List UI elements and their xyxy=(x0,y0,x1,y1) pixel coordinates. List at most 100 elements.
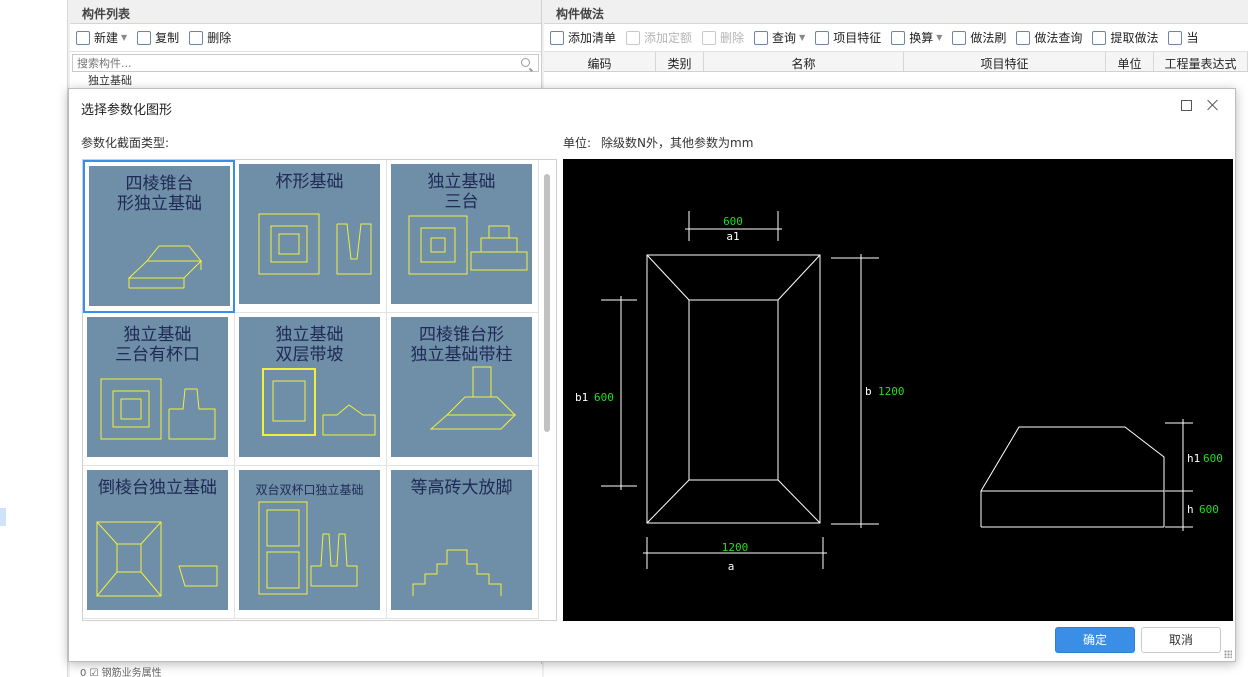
resize-grip[interactable] xyxy=(1224,650,1232,658)
dim-h-value[interactable]: 600 xyxy=(1199,503,1219,516)
unit-text: 除级数N外，其他参数为mm xyxy=(601,136,754,150)
dim-a1-value[interactable]: 600 xyxy=(723,215,743,228)
method-toolbar-button-0[interactable]: 添加清单 xyxy=(550,29,616,46)
shape-thumbnail: 双台双杯口独立基础 xyxy=(239,470,380,610)
left-nav-strip xyxy=(0,0,68,677)
shape-option-3[interactable]: 独立基础 三台有杯口 xyxy=(83,313,235,466)
shape-thumbnail: 倒棱台独立基础 xyxy=(87,470,228,610)
shape-title: 杯形基础 xyxy=(275,172,344,192)
shape-title: 独立基础 双层带坡 xyxy=(275,325,344,365)
dialog-title: 选择参数化图形 xyxy=(81,103,173,118)
method-toolbar-button-6[interactable]: 做法刷 xyxy=(952,29,1006,46)
method-toolbar-label: 查询 xyxy=(772,31,797,45)
side-view xyxy=(980,426,1165,492)
dim-h1-value[interactable]: 600 xyxy=(1203,452,1223,465)
column-header-unit[interactable]: 单位 xyxy=(1106,52,1154,71)
scroll-thumb[interactable] xyxy=(544,174,550,432)
column-header-name[interactable]: 名称 xyxy=(704,52,904,71)
delete-icon xyxy=(702,30,717,45)
method-toolbar-button-5[interactable]: 换算 ▼ xyxy=(891,29,942,46)
shape-option-4[interactable]: 独立基础 双层带坡 xyxy=(235,313,387,466)
shape-thumbnail: 四棱锥台 形独立基础 xyxy=(89,166,230,306)
method-toolbar-button-8[interactable]: 提取做法 xyxy=(1092,29,1158,46)
column-header-code[interactable]: 编码 xyxy=(544,52,656,71)
unit-label: 单位: 除级数N外，其他参数为mm xyxy=(563,134,753,151)
shape-thumbnail: 独立基础 双层带坡 xyxy=(239,317,380,457)
dim-b1-value[interactable]: 600 xyxy=(594,391,614,404)
component-search[interactable] xyxy=(72,54,539,72)
method-toolbar-button-2[interactable]: 删除 xyxy=(702,29,744,46)
maximize-icon[interactable] xyxy=(1181,100,1192,111)
chevron-down-icon: ▼ xyxy=(936,33,943,42)
shape-thumbnail: 四棱锥台形 独立基础带柱 xyxy=(391,317,532,457)
close-icon[interactable] xyxy=(1205,97,1221,113)
method-toolbar-label: 提取做法 xyxy=(1110,31,1159,45)
method-toolbar-label: 添加清单 xyxy=(568,31,617,45)
column-header-feature[interactable]: 项目特征 xyxy=(904,52,1106,71)
tree-item-label: 独立基础 xyxy=(88,74,132,87)
method-grid-header: 编码 类别 名称 项目特征 单位 工程量表达式 xyxy=(544,52,1248,72)
shape-option-7[interactable]: 双台双杯口独立基础 xyxy=(235,466,387,619)
shape-list-scrollbar[interactable] xyxy=(540,160,556,620)
shape-title: 倒棱台独立基础 xyxy=(98,478,217,498)
select-parametric-shape-dialog: 选择参数化图形 参数化截面类型: 单位: 除级数N外，其他参数为mm 四棱锥台 形… xyxy=(68,88,1236,662)
copy-button[interactable]: 复制 xyxy=(137,29,179,46)
method-toolbar: 添加清单 添加定额 删除 查询 ▼ 项目特征 换算 ▼ 做法刷 做法查询 提取做法当 xyxy=(544,24,1248,52)
method-toolbar-label: 换算 xyxy=(909,31,934,45)
column-header-type[interactable]: 类别 xyxy=(656,52,704,71)
plan-outer xyxy=(646,254,821,524)
unit-caption: 单位: xyxy=(563,136,592,150)
new-button[interactable]: 新建 ▼ xyxy=(76,29,127,46)
method-toolbar-button-9[interactable]: 当 xyxy=(1168,29,1198,46)
dim-a-value[interactable]: 1200 xyxy=(722,541,749,554)
dim-b-name: b xyxy=(865,385,872,398)
method-toolbar-button-4[interactable]: 项目特征 xyxy=(815,29,881,46)
dim-h1-name: h1 xyxy=(1187,452,1200,465)
shape-list: 四棱锥台 形独立基础 杯形基础 独立基础 三台独立基础 三台有杯口 独立基础 双层带坡… xyxy=(82,159,557,621)
chevron-down-icon: ▼ xyxy=(121,33,128,42)
current-icon xyxy=(1168,30,1183,45)
shape-thumbnail: 杯形基础 xyxy=(239,164,380,304)
shape-option-2[interactable]: 独立基础 三台 xyxy=(387,160,539,313)
cancel-button[interactable]: 取消 xyxy=(1141,627,1221,653)
component-list-toolbar: 新建 ▼ 复制 删除 xyxy=(70,24,541,52)
shape-title: 四棱锥台 形独立基础 xyxy=(117,174,202,214)
delete-button-label: 删除 xyxy=(207,31,232,45)
shape-thumbnail: 独立基础 三台有杯口 xyxy=(87,317,228,457)
method-toolbar-button-7[interactable]: 做法查询 xyxy=(1016,29,1082,46)
method-toolbar-label: 项目特征 xyxy=(833,31,882,45)
shape-title: 独立基础 三台 xyxy=(427,172,496,212)
dim-b-value[interactable]: 1200 xyxy=(878,385,905,398)
method-toolbar-label: 删除 xyxy=(720,31,745,45)
property-row: 0 ☑ 钢筋业务属性 xyxy=(70,664,542,677)
method-toolbar-label: 当 xyxy=(1186,31,1199,45)
delete-button[interactable]: 删除 xyxy=(189,29,231,46)
confirm-button[interactable]: 确定 xyxy=(1055,627,1135,653)
shape-title: 双台双杯口独立基础 xyxy=(255,483,364,497)
method-toolbar-label: 做法查询 xyxy=(1034,31,1083,45)
shape-option-6[interactable]: 倒棱台独立基础 xyxy=(83,466,235,619)
method-toolbar-button-3[interactable]: 查询 ▼ xyxy=(754,29,805,46)
column-header-expression[interactable]: 工程量表达式 xyxy=(1154,52,1248,71)
shape-thumbnail: 独立基础 三台 xyxy=(391,164,532,304)
shape-title: 等高砖大放脚 xyxy=(410,478,513,498)
shape-option-1[interactable]: 杯形基础 xyxy=(235,160,387,313)
method-toolbar-button-1[interactable]: 添加定额 xyxy=(626,29,692,46)
brush-icon xyxy=(952,30,967,45)
search-input[interactable] xyxy=(77,56,507,70)
dim-a1-name: a1 xyxy=(726,230,739,243)
shape-title: 独立基础 三台有杯口 xyxy=(115,325,200,365)
preview-drawing: 600 a1 b1 600 b 1200 1200 a h1 600 h 600 xyxy=(575,211,1223,573)
shape-title: 四棱锥台形 独立基础带柱 xyxy=(410,325,513,365)
section-type-label: 参数化截面类型: xyxy=(81,136,170,150)
add-list-icon xyxy=(550,30,564,45)
new-button-label: 新建 xyxy=(94,31,119,45)
shape-option-0[interactable]: 四棱锥台 形独立基础 xyxy=(83,160,235,313)
add-quota-icon xyxy=(626,30,641,45)
shape-option-5[interactable]: 四棱锥台形 独立基础带柱 xyxy=(387,313,539,466)
shape-option-8[interactable]: 等高砖大放脚 xyxy=(387,466,539,619)
method-toolbar-label: 做法刷 xyxy=(970,31,1007,45)
component-list-title: 构件列表 xyxy=(70,0,541,24)
shape-thumbnail: 等高砖大放脚 xyxy=(391,470,532,610)
search-icon[interactable] xyxy=(521,58,530,67)
